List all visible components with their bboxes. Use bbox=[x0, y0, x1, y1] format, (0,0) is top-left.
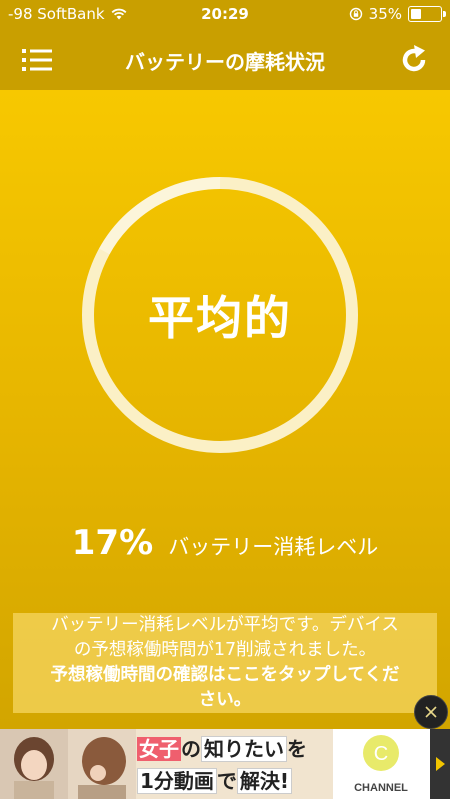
close-icon bbox=[425, 706, 437, 718]
refresh-icon bbox=[402, 45, 426, 72]
main-area: 平均的 17% バッテリー消耗レベル バッテリー消耗レベルが平均です。デバイス … bbox=[0, 90, 450, 729]
ad-word-2: の bbox=[181, 737, 201, 761]
battery-fill bbox=[411, 9, 421, 19]
ad-word-6: で bbox=[216, 769, 237, 793]
ad-photo-2 bbox=[68, 729, 136, 799]
ad-word-3: 知りたい bbox=[201, 736, 287, 762]
ad-text: 女子の知りたいを 1分動画で解決! bbox=[137, 733, 330, 795]
ad-word-4: を bbox=[287, 737, 307, 761]
ad-banner[interactable]: 女子の知りたいを 1分動画で解決! C CHANNEL bbox=[0, 729, 450, 799]
status-right: 35% bbox=[349, 5, 446, 23]
ad-photo-1 bbox=[0, 729, 68, 799]
gauge-label: 平均的 bbox=[148, 291, 292, 345]
info-line-4: さい。 bbox=[198, 690, 252, 710]
logo-letter: C bbox=[374, 743, 388, 765]
info-line-3: 予想稼働時間の確認はここをタップしてくだ bbox=[50, 665, 400, 685]
battery-percent: 35% bbox=[368, 5, 402, 23]
info-line-2: の予想稼働時間が17削減されました。 bbox=[73, 640, 377, 660]
ad-line-2: 1分動画で解決! bbox=[137, 765, 293, 794]
play-arrow-icon bbox=[436, 757, 445, 771]
ad-arrow[interactable] bbox=[430, 729, 450, 799]
info-line-1: バッテリー消耗レベルが平均です。デバイス bbox=[51, 615, 399, 635]
status-bar: -98 SoftBank 20:29 35% bbox=[0, 0, 450, 30]
wear-level-label: バッテリー消耗レベル bbox=[168, 535, 379, 559]
ad-word-1: 女子 bbox=[137, 737, 181, 761]
wear-percent: 17% bbox=[71, 523, 154, 563]
orientation-lock-icon bbox=[349, 7, 362, 21]
info-message[interactable]: バッテリー消耗レベルが平均です。デバイス の予想稼働時間が17削減されました。 … bbox=[13, 613, 437, 713]
c-channel-logo: C CHANNEL bbox=[333, 729, 430, 799]
ad-word-7: 解決! bbox=[236, 768, 293, 794]
ad-word-5: 1分動画 bbox=[137, 768, 217, 794]
logo-text: CHANNEL bbox=[354, 782, 408, 794]
close-ad-button[interactable] bbox=[414, 695, 448, 729]
page-title: バッテリーの摩耗状況 bbox=[125, 50, 325, 74]
refresh-button[interactable] bbox=[396, 42, 432, 78]
nav-bar: バッテリーの摩耗状況 bbox=[0, 30, 450, 90]
wear-level: 17% バッテリー消耗レベル bbox=[0, 523, 450, 563]
battery-icon bbox=[408, 6, 446, 22]
ad-line-1: 女子の知りたいを bbox=[137, 733, 307, 762]
